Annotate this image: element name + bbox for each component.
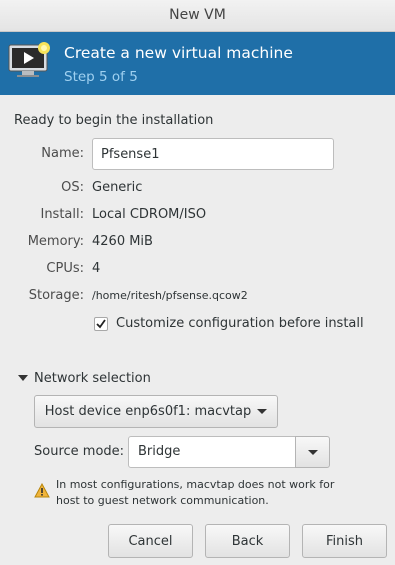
install-value: Local CDROM/ISO [92, 207, 207, 222]
customize-checkbox[interactable] [94, 317, 108, 331]
source-mode-value: Bridge [138, 444, 181, 459]
warning-line-1: In most configurations, macvtap does not… [56, 478, 335, 491]
finish-button[interactable]: Finish [302, 524, 387, 558]
step-indicator: Step 5 of 5 [64, 69, 138, 85]
name-input[interactable] [92, 138, 334, 170]
virtual-machine-icon [8, 42, 50, 77]
source-mode-field[interactable]: Bridge [128, 436, 296, 468]
memory-label: Memory: [27, 234, 84, 249]
warning-line-2: host to guest network communication. [56, 494, 269, 507]
storage-value: /home/ritesh/pfsense.qcow2 [92, 289, 248, 302]
back-button[interactable]: Back [205, 524, 290, 558]
network-expander-label[interactable]: Network selection [34, 371, 151, 386]
cpus-value: 4 [92, 261, 101, 276]
source-mode-label: Source mode: [34, 444, 125, 459]
source-mode-dropdown-button[interactable] [295, 436, 330, 468]
cancel-button[interactable]: Cancel [108, 524, 193, 558]
summary-heading: Ready to begin the installation [14, 113, 214, 128]
memory-value: 4260 MiB [92, 234, 153, 249]
warning-text: In most configurations, macvtap does not… [56, 477, 334, 509]
warning-icon [34, 483, 50, 498]
network-device-dropdown[interactable]: Host device enp6s0f1: macvtap [34, 395, 278, 428]
name-label: Name: [41, 146, 84, 161]
network-device-value: Host device enp6s0f1: macvtap [44, 404, 252, 419]
header-banner: Create a new virtual machine Step 5 of 5 [0, 32, 395, 95]
chevron-down-icon [308, 450, 318, 455]
cpus-label: CPUs: [46, 261, 84, 276]
os-value: Generic [92, 180, 143, 195]
chevron-down-icon [257, 409, 268, 414]
storage-label: Storage: [28, 288, 84, 303]
window-title: New VM [0, 0, 395, 32]
expander-arrow-icon[interactable] [18, 375, 28, 381]
checkmark-icon [96, 319, 106, 329]
header-title: Create a new virtual machine [64, 44, 293, 62]
customize-label[interactable]: Customize configuration before install [116, 316, 364, 331]
install-label: Install: [40, 207, 84, 222]
os-label: OS: [61, 180, 84, 195]
